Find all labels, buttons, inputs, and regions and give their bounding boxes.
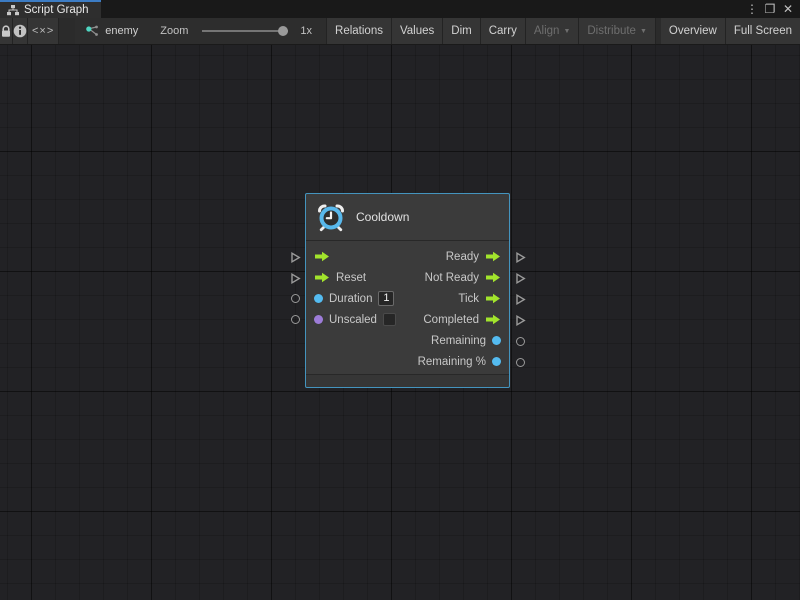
unscaled-checkbox[interactable] — [383, 313, 396, 326]
external-value-port[interactable] — [516, 358, 525, 367]
graph-toolbar: <×> enemy Zoom 1x Relatio — [0, 18, 800, 45]
full-screen-button[interactable]: Full Screen — [726, 18, 800, 44]
port-label: Remaining % — [418, 356, 486, 368]
graph-node-icon — [85, 25, 99, 37]
port-row: Reset Not Ready — [306, 267, 509, 288]
flow-output-port[interactable] — [485, 272, 501, 283]
port-label: Completed — [423, 314, 479, 326]
bool-input-port[interactable] — [314, 315, 323, 324]
port-label: Unscaled — [329, 314, 377, 326]
zoom-slider-track — [202, 30, 288, 32]
maximize-icon[interactable]: ❐ — [763, 2, 777, 16]
node-footer — [306, 374, 509, 387]
cooldown-node[interactable]: Cooldown Ready — [305, 193, 510, 388]
zoom-slider[interactable] — [202, 26, 288, 36]
graph-hierarchy-icon — [7, 5, 19, 16]
chevron-down-icon: ▼ — [563, 28, 570, 35]
tab-bar: Script Graph ⋮ ❐ ✕ — [0, 0, 800, 18]
duration-value-field[interactable]: 1 — [378, 291, 394, 306]
external-value-port[interactable] — [516, 337, 525, 346]
port-row: Remaining % — [306, 351, 509, 372]
info-button[interactable] — [13, 18, 28, 44]
info-icon — [13, 24, 27, 38]
values-button[interactable]: Values — [392, 18, 443, 44]
float-input-port[interactable] — [314, 294, 323, 303]
port-row: Ready — [306, 246, 509, 267]
breadcrumb-graph-name[interactable]: enemy — [105, 25, 138, 37]
zoom-slider-handle[interactable] — [278, 26, 288, 36]
flow-output-port[interactable] — [485, 251, 501, 262]
flow-input-port[interactable] — [314, 251, 330, 262]
port-row: Duration 1 Tick — [306, 288, 509, 309]
port-label: Reset — [336, 272, 366, 284]
menu-icon[interactable]: ⋮ — [745, 2, 759, 16]
node-title: Cooldown — [356, 210, 409, 224]
external-value-port[interactable] — [291, 315, 300, 324]
external-flow-port[interactable] — [515, 252, 526, 266]
script-graph-window: Script Graph ⋮ ❐ ✕ — [0, 0, 800, 600]
chevron-down-icon: ▼ — [640, 28, 647, 35]
zoom-value: 1x — [300, 25, 312, 37]
alarm-clock-icon — [316, 202, 346, 232]
port-label: Tick — [458, 293, 479, 305]
flow-output-port[interactable] — [485, 314, 501, 325]
align-button: Align ▼ — [526, 18, 580, 44]
port-label: Remaining — [431, 335, 486, 347]
node-body: Ready Reset Not Ready — [306, 241, 509, 374]
tab-label: Script Graph — [24, 4, 89, 16]
dim-button[interactable]: Dim — [443, 18, 480, 44]
zoom-label: Zoom — [160, 25, 188, 37]
float-output-port[interactable] — [492, 336, 501, 345]
cooldown-node-header[interactable]: Cooldown — [306, 194, 509, 241]
external-flow-port[interactable] — [290, 252, 301, 266]
close-icon[interactable]: ✕ — [781, 2, 795, 16]
overview-button[interactable]: Overview — [661, 18, 726, 44]
lock-icon — [0, 25, 12, 38]
breadcrumb: enemy Zoom 1x — [75, 18, 327, 44]
external-value-port[interactable] — [291, 294, 300, 303]
port-row: Unscaled Completed — [306, 309, 509, 330]
graph-canvas[interactable]: Cooldown Ready — [0, 45, 800, 600]
distribute-button: Distribute ▼ — [579, 18, 656, 44]
external-flow-port[interactable] — [515, 294, 526, 308]
carry-button[interactable]: Carry — [481, 18, 526, 44]
float-output-port[interactable] — [492, 357, 501, 366]
external-flow-port[interactable] — [290, 273, 301, 287]
lock-button[interactable] — [0, 18, 13, 44]
tab-script-graph[interactable]: Script Graph — [0, 0, 101, 18]
flow-output-port[interactable] — [485, 293, 501, 304]
window-controls: ⋮ ❐ ✕ — [745, 0, 800, 18]
flow-input-port[interactable] — [314, 272, 330, 283]
code-icon: <×> — [32, 25, 54, 37]
external-flow-port[interactable] — [515, 273, 526, 287]
relations-button[interactable]: Relations — [327, 18, 392, 44]
external-flow-port[interactable] — [515, 315, 526, 329]
port-label: Ready — [446, 251, 479, 263]
toolbar-buttons: Relations Values Dim Carry Align ▼ Distr… — [327, 18, 800, 44]
port-label: Duration — [329, 293, 372, 305]
port-label: Not Ready — [425, 272, 479, 284]
port-row: Remaining — [306, 330, 509, 351]
code-preview-button[interactable]: <×> — [28, 18, 59, 44]
